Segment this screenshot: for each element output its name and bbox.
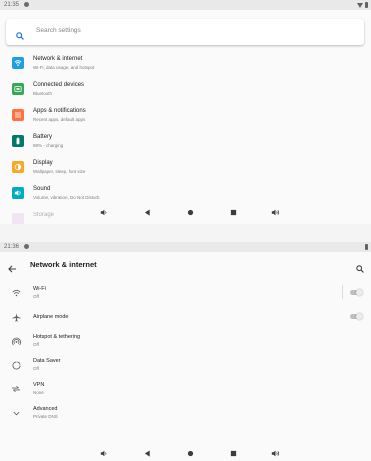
- settings-item-title: Display: [33, 160, 53, 166]
- navigation-bar: [0, 205, 371, 218]
- devices-icon: [12, 83, 24, 95]
- row-title: Airplane mode: [33, 314, 69, 320]
- navigation-bar: [0, 446, 371, 459]
- row-subtitle: None: [33, 390, 44, 395]
- volume-up-icon[interactable]: [270, 208, 280, 216]
- settings-notification-icon: [24, 244, 29, 249]
- search-placeholder: Search settings: [36, 27, 81, 34]
- settings-item-subtitle: 88% - charging: [33, 143, 64, 148]
- back-icon[interactable]: [142, 449, 152, 457]
- app-toolbar: Network & internet: [0, 252, 371, 278]
- row-title: Hotspot & tethering: [33, 334, 81, 340]
- row-subtitle: Private DNS: [33, 414, 58, 419]
- row-subtitle: Off: [33, 294, 39, 299]
- network-row-data-saver[interactable]: Data Saver Off: [0, 354, 371, 378]
- home-icon[interactable]: [185, 449, 195, 457]
- settings-notification-icon: [24, 2, 29, 7]
- battery-status-icon: [365, 2, 368, 8]
- search-icon[interactable]: [356, 260, 364, 278]
- settings-item-title: Network & internet: [33, 56, 83, 62]
- search-settings-bar[interactable]: Search settings: [6, 19, 364, 45]
- wifi-toggle[interactable]: [350, 289, 363, 296]
- hotspot-icon: [10, 335, 22, 347]
- sound-icon: [12, 187, 24, 199]
- settings-item-subtitle: Wallpaper, sleep, font size: [33, 169, 86, 174]
- back-icon[interactable]: [142, 208, 152, 216]
- network-internet-screen: 21:36 Network & internet Wi-Fi Off Airpl…: [0, 242, 371, 461]
- settings-item-sound[interactable]: Sound Volume, vibration, Do Not Disturb: [0, 182, 371, 206]
- arrow-back-icon[interactable]: [8, 260, 17, 278]
- wifi-icon: [12, 57, 24, 69]
- status-icons: [365, 244, 368, 250]
- home-icon[interactable]: [185, 208, 195, 216]
- divider: [342, 285, 343, 299]
- settings-item-apps[interactable]: Apps & notifications Recent apps, defaul…: [0, 104, 371, 128]
- settings-item-network[interactable]: Network & internet Wi-Fi, data usage, an…: [0, 52, 371, 76]
- settings-item-title: Sound: [33, 186, 51, 192]
- display-icon: [12, 161, 24, 173]
- battery-status-icon: [365, 244, 368, 250]
- page-title: Network & internet: [30, 260, 97, 269]
- airplane-mode-toggle[interactable]: [350, 313, 363, 320]
- chevron-down-icon: [10, 407, 22, 419]
- settings-item-title: Battery: [33, 134, 53, 140]
- network-row-advanced[interactable]: Advanced Private DNS: [0, 402, 371, 426]
- recents-icon[interactable]: [228, 208, 238, 216]
- settings-item-subtitle: Bluetooth: [33, 91, 53, 96]
- recents-icon[interactable]: [228, 449, 238, 457]
- battery-icon: [12, 135, 24, 147]
- status-bar: 21:35: [0, 0, 371, 10]
- network-row-vpn[interactable]: VPN None: [0, 378, 371, 402]
- settings-item-subtitle: Recent apps, default apps: [33, 117, 86, 122]
- data-saver-icon: [10, 359, 22, 371]
- wifi-icon: [10, 287, 22, 299]
- vpn-icon: [10, 383, 22, 395]
- settings-item-display[interactable]: Display Wallpaper, sleep, font size: [0, 156, 371, 180]
- settings-item-subtitle: Volume, vibration, Do Not Disturb: [33, 195, 100, 200]
- search-icon: [16, 27, 24, 45]
- settings-home-screen: 21:35 Search settings Network & internet…: [0, 0, 371, 224]
- settings-item-connected-devices[interactable]: Connected devices Bluetooth: [0, 78, 371, 102]
- volume-down-icon[interactable]: [99, 449, 109, 457]
- volume-down-icon[interactable]: [99, 208, 109, 216]
- volume-up-icon[interactable]: [270, 449, 280, 457]
- network-row-airplane[interactable]: Airplane mode: [0, 306, 371, 330]
- row-subtitle: Off: [33, 342, 39, 347]
- settings-item-subtitle: Wi-Fi, data usage, and hotspot: [33, 65, 95, 70]
- settings-item-battery[interactable]: Battery 88% - charging: [0, 130, 371, 154]
- wifi-status-icon: [357, 2, 363, 8]
- row-title: Advanced: [33, 406, 58, 412]
- row-title: VPN: [33, 382, 45, 388]
- apps-icon: [12, 109, 24, 121]
- settings-item-title: Connected devices: [33, 82, 85, 88]
- settings-item-title: Apps & notifications: [33, 108, 86, 114]
- row-title: Data Saver: [33, 358, 61, 364]
- status-time: 21:36: [4, 244, 20, 250]
- network-row-hotspot[interactable]: Hotspot & tethering Off: [0, 330, 371, 354]
- status-icons: [357, 2, 368, 8]
- network-row-wifi[interactable]: Wi-Fi Off: [0, 282, 371, 306]
- row-title: Wi-Fi: [33, 286, 46, 292]
- row-subtitle: Off: [33, 366, 39, 371]
- status-time: 21:35: [4, 2, 20, 8]
- status-bar: 21:36: [0, 242, 371, 252]
- airplane-icon: [10, 311, 22, 323]
